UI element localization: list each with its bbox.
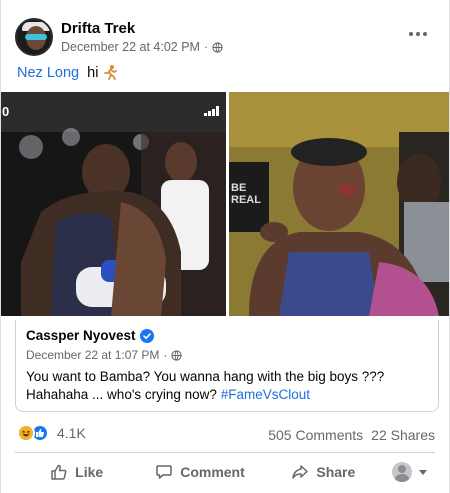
verified-badge-icon <box>139 328 154 343</box>
shared-author: Cassper Nyovest <box>26 328 154 343</box>
shared-post-meta: December 22 at 1:07 PM · <box>26 348 183 362</box>
reaction-count: 4.1K <box>57 425 86 441</box>
boxing-photo-left[interactable]: 0 <box>1 92 226 316</box>
post-meta: December 22 at 4:02 PM · <box>61 40 223 54</box>
like-label: Like <box>75 464 104 480</box>
globe-icon <box>212 41 223 53</box>
post-message: hi <box>87 65 99 81</box>
thumbs-up-icon <box>51 464 67 480</box>
shared-post-timestamp[interactable]: December 22 at 1:07 PM <box>26 348 159 362</box>
reactions-summary[interactable]: 4.1K <box>17 424 86 442</box>
post-text: Nez Long hi <box>17 64 118 81</box>
like-button[interactable]: Like <box>15 456 138 488</box>
author-avatar[interactable] <box>15 18 53 56</box>
globe-icon <box>171 349 183 361</box>
share-label: Share <box>316 464 356 480</box>
shared-meta-separator: · <box>163 348 168 362</box>
shared-media[interactable]: 0 BE REAL <box>1 92 449 316</box>
signal-bars-icon <box>204 106 219 116</box>
post-header: Drifta Trek December 22 at 4:02 PM · <box>15 18 435 58</box>
meta-separator: · <box>203 40 209 54</box>
shared-post-embed[interactable]: Cassper Nyovest December 22 at 1:07 PM ·… <box>15 320 439 412</box>
share-arrow-icon <box>292 465 309 479</box>
boxing-photo-right[interactable]: BE REAL <box>229 92 449 316</box>
post-card: Drifta Trek December 22 at 4:02 PM · Nez… <box>0 0 450 493</box>
video-overlay-text: 0 <box>2 104 10 119</box>
shares-count[interactable]: 22 Shares <box>371 427 435 443</box>
shared-post-message: You want to Bamba? You wanna hang with t… <box>26 369 385 402</box>
profile-avatar-icon <box>392 462 413 482</box>
comment-button[interactable]: Comment <box>138 456 261 488</box>
action-bar: Like Comment Share <box>15 456 435 488</box>
share-button[interactable]: Share <box>262 456 385 488</box>
comment-label: Comment <box>180 464 245 480</box>
engagement-stats: 505 Comments 22 Shares <box>268 427 435 443</box>
more-options-icon[interactable] <box>403 22 433 46</box>
shared-author-name[interactable]: Cassper Nyovest <box>26 328 136 343</box>
running-emoji-icon <box>104 65 118 80</box>
audience-selector-button[interactable] <box>385 456 435 488</box>
background-banner-text: BE REAL <box>231 182 261 206</box>
chevron-down-icon <box>419 469 428 475</box>
hashtag-link[interactable]: #FameVsClout <box>221 387 310 402</box>
action-divider <box>15 452 435 453</box>
post-timestamp[interactable]: December 22 at 4:02 PM <box>61 40 200 54</box>
comments-count[interactable]: 505 Comments <box>268 427 363 443</box>
comment-bubble-icon <box>156 465 172 479</box>
mention-link[interactable]: Nez Long <box>17 65 79 81</box>
shared-post-text: You want to Bamba? You wanna hang with t… <box>26 368 428 404</box>
haha-reaction-icon <box>17 424 35 442</box>
author-name[interactable]: Drifta Trek <box>61 20 135 37</box>
